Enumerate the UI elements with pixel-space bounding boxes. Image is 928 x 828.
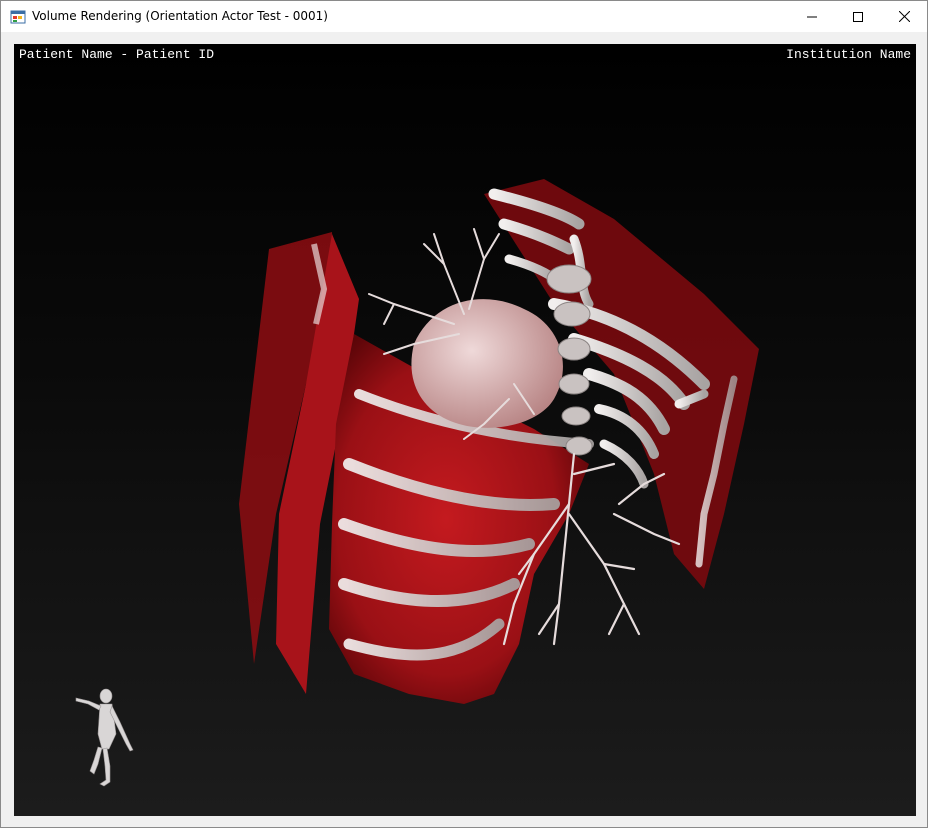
windows-form-icon[interactable] xyxy=(10,9,26,25)
minimize-button[interactable] xyxy=(789,1,835,32)
app-window: Volume Rendering (Orientation Actor Test… xyxy=(0,0,928,828)
close-icon xyxy=(898,11,910,22)
window-title: Volume Rendering (Orientation Actor Test… xyxy=(32,9,328,23)
volume-rendering[interactable] xyxy=(14,44,916,816)
maximize-button[interactable] xyxy=(835,1,881,32)
patient-info-text: Patient Name - Patient ID xyxy=(19,47,215,62)
maximize-icon xyxy=(853,11,863,22)
render-viewport[interactable]: Patient Name - Patient ID Institution Na… xyxy=(14,44,916,816)
institution-name-text: Institution Name xyxy=(786,47,911,62)
title-bar[interactable]: Volume Rendering (Orientation Actor Test… xyxy=(1,1,927,32)
close-button[interactable] xyxy=(881,1,927,32)
minimize-icon xyxy=(807,16,817,17)
heart xyxy=(411,299,563,428)
human-figure-icon xyxy=(75,688,134,787)
